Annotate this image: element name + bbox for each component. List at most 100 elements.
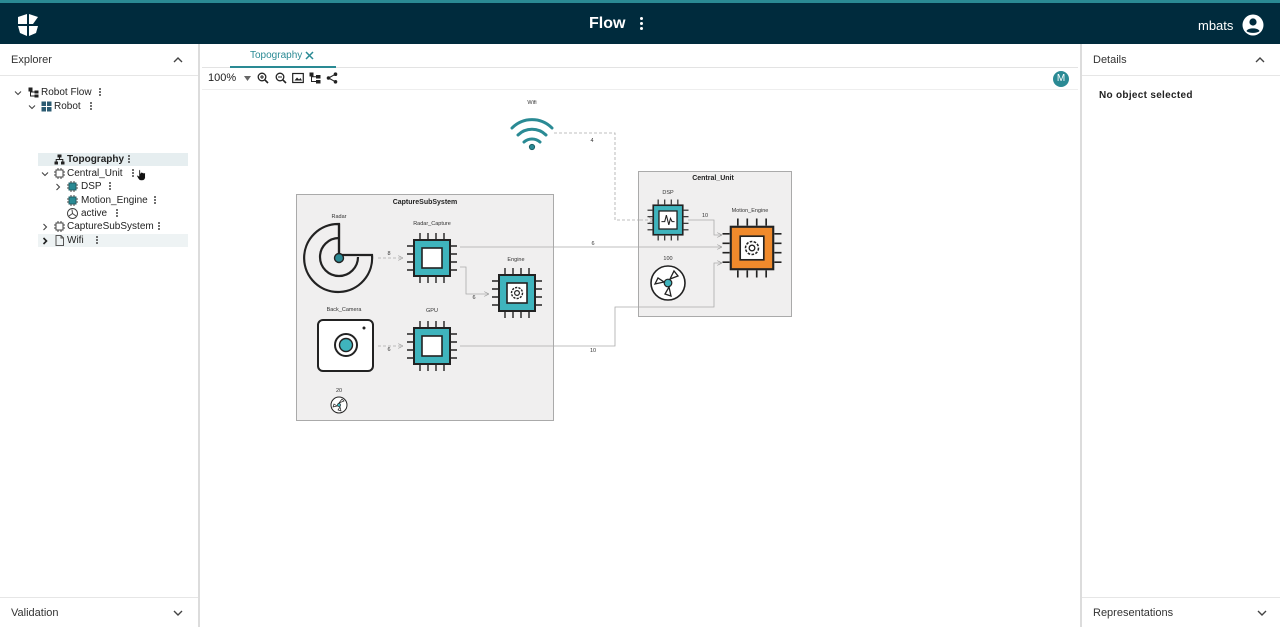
tree-item-label: Robot [54, 101, 81, 112]
radar-label: Radar [332, 214, 347, 220]
edge-label: 10 [590, 348, 596, 354]
no-selection-message: No object selected [1099, 90, 1193, 101]
central-unit-title: Central_Unit [692, 175, 734, 182]
radar-dot [333, 252, 345, 264]
more-vert-icon[interactable] [95, 235, 99, 246]
camera-icon [317, 319, 374, 372]
tree-item-dsp[interactable]: DSP [0, 180, 198, 193]
tree-item-label: Robot Flow [41, 87, 92, 98]
tree-item-label: Motion_Engine [81, 195, 148, 206]
capture-subsystem-title: CaptureSubSystem [393, 199, 458, 206]
tree-item-active[interactable]: active [0, 207, 198, 220]
fan-value: 100 [663, 256, 672, 262]
arrange-all-icon[interactable] [309, 72, 321, 84]
details-header[interactable]: Details [1082, 44, 1280, 76]
more-vert-icon[interactable] [636, 15, 646, 35]
more-vert-icon[interactable] [115, 208, 119, 219]
chevron-down-icon[interactable] [172, 607, 184, 619]
chip-icon [67, 195, 78, 206]
chip-gear-icon [721, 217, 783, 279]
more-vert-icon[interactable] [89, 101, 93, 112]
chip-icon [406, 320, 458, 372]
app-logo-icon[interactable] [14, 11, 42, 39]
explorer-header[interactable]: Explorer [0, 44, 198, 76]
wifi-icon [510, 118, 554, 144]
tree-item-label: CaptureSubSystem [67, 221, 154, 232]
edge-wifi-dsp [554, 132, 640, 221]
username: mbats [1198, 18, 1234, 33]
dsp-label: DSP [662, 190, 674, 196]
edge-label: 8 [387, 251, 390, 257]
zoom-in-icon[interactable] [257, 72, 269, 84]
wifi-node[interactable]: Wifi [510, 100, 554, 151]
edge-label: 6 [472, 295, 475, 301]
tree-item-robot-flow[interactable]: Robot Flow [0, 86, 198, 99]
share-icon[interactable] [326, 72, 338, 84]
tree-item-label: Wifi [67, 235, 84, 246]
edge-label: 4 [590, 138, 593, 144]
chip-signal-icon [646, 198, 690, 242]
tree-item-robot[interactable]: Robot [0, 100, 198, 113]
editor-tab-bar: Topography [202, 44, 1078, 68]
back-camera-label: Back_Camera [327, 307, 363, 313]
wifi-dot [528, 143, 536, 151]
chevron-down-icon[interactable] [1256, 607, 1268, 619]
chip-icon [67, 181, 78, 192]
chip-icon [406, 232, 458, 284]
tree-item-label: Topography [67, 154, 125, 165]
fit-to-screen-icon[interactable] [292, 72, 304, 84]
chevron-down-icon[interactable] [41, 170, 49, 178]
chevron-down-icon[interactable] [28, 103, 36, 111]
representations-title: Representations [1093, 607, 1174, 619]
account-circle-icon[interactable] [1242, 14, 1264, 36]
more-vert-icon[interactable] [153, 195, 157, 206]
more-vert-icon[interactable] [98, 87, 102, 98]
fan-value: 20 [336, 388, 342, 394]
chevron-right-icon[interactable] [41, 237, 49, 245]
more-vert-icon[interactable] [131, 168, 135, 179]
validation-title: Validation [11, 607, 59, 619]
chevron-up-icon[interactable] [1254, 54, 1266, 66]
edge-label: 6 [387, 347, 390, 353]
more-vert-icon[interactable] [108, 181, 112, 192]
diagram-canvas[interactable]: CaptureSubSystem Central_Unit 4 8 6 6 6 … [202, 89, 1078, 627]
explorer-title: Explorer [11, 54, 52, 66]
tree-item-motion-engine[interactable]: Motion_Engine [0, 194, 198, 207]
tree-item-capture-subsystem[interactable]: CaptureSubSystem [0, 220, 198, 233]
engine-label: Engine [507, 257, 524, 263]
close-icon[interactable] [305, 51, 314, 60]
top-app-bar: Flow mbats [0, 0, 1280, 44]
more-vert-icon[interactable] [127, 154, 131, 165]
wifi-label: Wifi [527, 100, 536, 106]
validation-panel-header[interactable]: Validation [0, 597, 198, 627]
user-avatar[interactable]: M [1053, 71, 1069, 87]
fan-icon [67, 208, 78, 219]
details-panel: Details No object selected Representatio… [1080, 44, 1280, 627]
tree-item-label: DSP [81, 181, 102, 192]
topography-icon [54, 154, 65, 165]
flow-root-icon [28, 87, 39, 98]
tab-label: Topography [250, 50, 303, 61]
radar-capture-label: Radar_Capture [413, 221, 451, 227]
zoom-level[interactable]: 100% [208, 72, 236, 84]
tree-item-label: Central_Unit [67, 168, 123, 179]
chevron-right-icon[interactable] [54, 183, 62, 191]
representations-panel-header[interactable]: Representations [1082, 597, 1280, 627]
tree-item-central-unit[interactable]: Central_Unit [0, 167, 198, 180]
more-vert-icon[interactable] [157, 221, 161, 232]
tree-item-topography[interactable]: Topography [0, 153, 198, 166]
zoom-out-icon[interactable] [275, 72, 287, 84]
chevron-right-icon[interactable] [41, 223, 49, 231]
fan-icon [330, 396, 348, 414]
chevron-up-icon[interactable] [172, 54, 184, 66]
fan-icon [650, 265, 686, 301]
chip-icon [54, 168, 65, 179]
motion-engine-label: Motion_Engine [732, 208, 769, 214]
tree-item-wifi[interactable]: Wifi [0, 234, 198, 247]
chevron-down-icon[interactable] [14, 89, 22, 97]
caret-down-icon[interactable] [244, 76, 251, 81]
system-grid-icon [41, 101, 52, 112]
tree-item-label: active [81, 208, 108, 219]
tab-topography[interactable]: Topography [230, 44, 336, 68]
gpu-label: GPU [426, 308, 438, 314]
